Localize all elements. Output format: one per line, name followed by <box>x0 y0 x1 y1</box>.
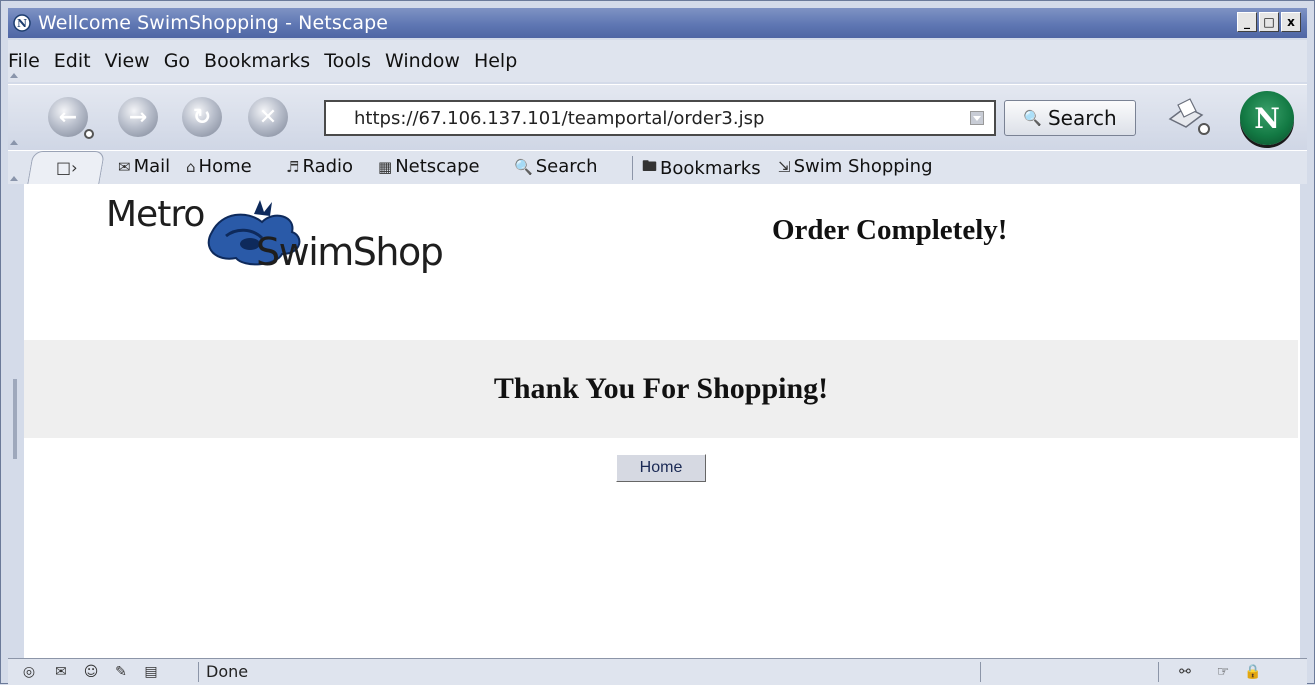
home-icon: ⌂ <box>186 157 196 176</box>
thank-you-message: Thank You For Shopping! <box>493 372 829 405</box>
personal-toolbar: □› ✉ Mail ⌂ Home ♬ Radio ▦ Netscape 🔍 Search … <box>8 150 1307 186</box>
netscape-status-icon[interactable]: ◎ <box>20 663 38 681</box>
menu-tools[interactable]: Tools <box>324 50 371 72</box>
back-history-icon[interactable] <box>84 129 94 139</box>
toolbar-home[interactable]: ⌂ Home <box>186 156 252 177</box>
composer-icon[interactable]: ✎ <box>112 663 130 681</box>
window-title: Wellcome SwimShopping - Netscape <box>38 12 389 34</box>
right-border <box>1300 184 1307 658</box>
thank-you-band: Thank You For Shopping! <box>24 340 1298 438</box>
url-bar[interactable] <box>324 100 996 136</box>
maximize-button[interactable]: □ <box>1259 12 1279 32</box>
page-content: Metro SwimShop Order Completely! Thank Y… <box>24 184 1300 658</box>
sidebar-grippy[interactable] <box>13 379 17 459</box>
status-divider <box>198 662 199 682</box>
stop-icon: ✕ <box>258 104 278 130</box>
sidebar-rail[interactable] <box>8 184 25 658</box>
popup-blocker-icon[interactable]: ☞ <box>1214 663 1232 681</box>
menu-bookmarks[interactable]: Bookmarks <box>204 50 310 72</box>
menu-file[interactable]: File <box>8 50 40 72</box>
forward-button[interactable]: → <box>118 97 158 137</box>
menu-view[interactable]: View <box>105 50 150 72</box>
toolbar-swim-shopping[interactable]: ⇲ Swim Shopping <box>778 156 933 177</box>
status-text: Done <box>206 662 249 681</box>
print-icon <box>1168 98 1210 135</box>
back-arrow-icon: ← <box>58 104 78 130</box>
order-heading: Order Completely! <box>772 214 1008 246</box>
menu-go[interactable]: Go <box>164 50 190 72</box>
title-bar: N Wellcome SwimShopping - Netscape _ □ x <box>8 8 1307 38</box>
print-button[interactable] <box>1164 97 1210 137</box>
mail-icon: ✉ <box>118 157 131 176</box>
menu-window[interactable]: Window <box>385 50 460 72</box>
home-button[interactable]: Home <box>616 454 706 482</box>
security-lock-icon[interactable]: 🔒 <box>1244 663 1262 681</box>
navigation-toolbar: ← → ↻ ✕ 🔍 Search N <box>8 84 1307 151</box>
instant-messenger-icon[interactable]: ☺ <box>82 663 100 681</box>
toolbar-radio[interactable]: ♬ Radio <box>286 156 353 177</box>
reload-icon: ↻ <box>192 104 212 130</box>
svg-text:N: N <box>17 17 27 30</box>
online-connection-icon[interactable]: ⚯ <box>1170 663 1200 681</box>
netscape-logo[interactable]: N <box>1240 91 1294 145</box>
toolbar-search[interactable]: 🔍 Search <box>514 156 598 177</box>
search-icon: 🔍 <box>514 157 533 176</box>
reload-button[interactable]: ↻ <box>182 97 222 137</box>
mail-icon[interactable]: ✉ <box>52 663 70 681</box>
menu-bar: File Edit View Go Bookmarks Tools Window… <box>8 40 1307 82</box>
search-button-label: Search <box>1047 106 1117 130</box>
toolbar-netscape[interactable]: ▦ Netscape <box>378 156 480 177</box>
my-netscape-icon: ▦ <box>378 157 393 176</box>
bookmarks-folder-icon: 🖿 <box>642 157 658 175</box>
menu-help[interactable]: Help <box>474 50 517 72</box>
minimize-button[interactable]: _ <box>1237 12 1257 32</box>
menu-edit[interactable]: Edit <box>54 50 91 72</box>
toolbar-divider <box>632 156 633 180</box>
search-button[interactable]: 🔍 Search <box>1004 100 1136 136</box>
url-input[interactable] <box>352 106 956 130</box>
logo-text-metro: Metro <box>106 194 205 235</box>
stop-button[interactable]: ✕ <box>248 97 288 137</box>
back-button[interactable]: ← <box>48 97 94 139</box>
tab-icon[interactable]: □› <box>56 158 78 177</box>
url-dropdown-icon[interactable] <box>970 111 984 125</box>
close-button[interactable]: x <box>1281 12 1301 32</box>
headphones-icon: ♬ <box>286 157 300 176</box>
toolbar-bookmarks[interactable]: 🖿 Bookmarks <box>642 156 761 181</box>
status-bar: ◎ ✉ ☺ ✎ ▤ Done ⚯ ☞ 🔒 <box>8 658 1307 685</box>
metro-swimshop-logo[interactable]: Metro SwimShop <box>106 190 466 280</box>
toolbar-grip-icon[interactable] <box>10 73 18 78</box>
status-divider <box>980 662 981 682</box>
netscape-app-icon: N <box>12 13 32 33</box>
forward-arrow-icon: → <box>128 104 148 130</box>
logo-text-swimshop: SwimShop <box>256 230 444 274</box>
address-book-icon[interactable]: ▤ <box>142 663 160 681</box>
toolbar-grip-icon[interactable] <box>10 176 18 181</box>
toolbar-grip-icon[interactable] <box>10 140 18 145</box>
bookmark-link-icon: ⇲ <box>778 157 791 176</box>
search-icon: 🔍 <box>1023 109 1042 127</box>
toolbar-mail[interactable]: ✉ Mail <box>118 156 170 177</box>
status-divider <box>1158 662 1159 682</box>
